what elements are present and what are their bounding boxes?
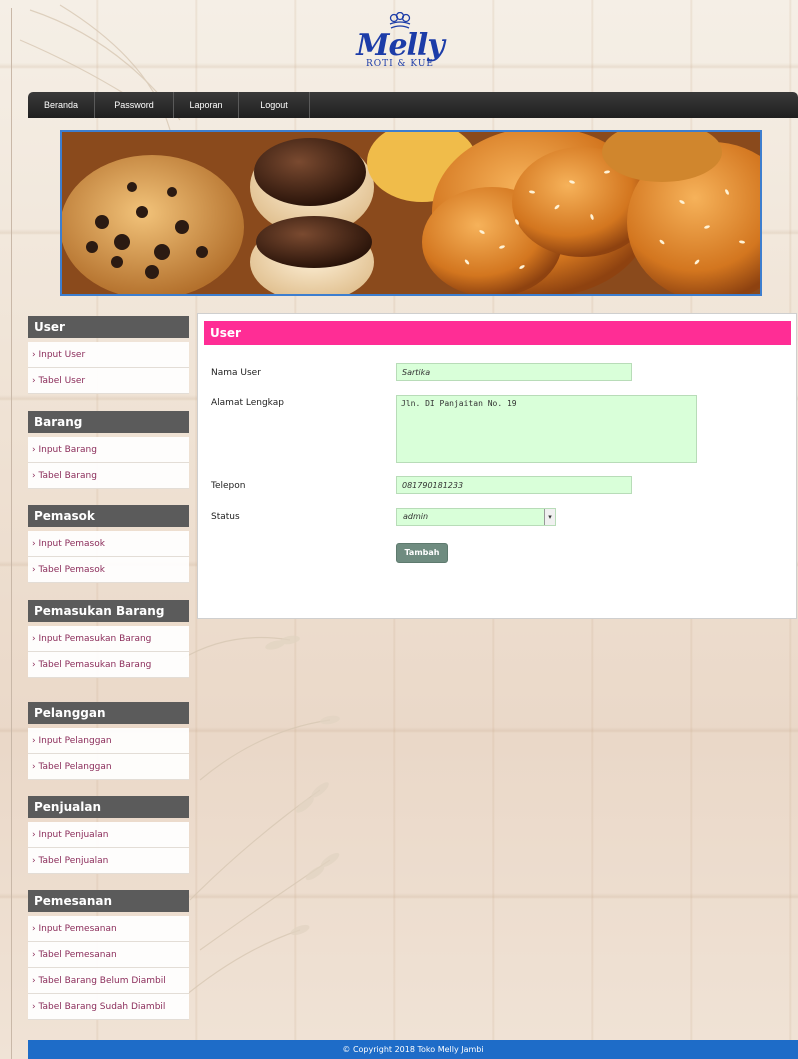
sidebar-head-penjualan: Penjualan xyxy=(28,796,189,818)
telepon-input[interactable] xyxy=(396,476,632,494)
sidebar-item-tabel-user[interactable]: › Tabel User xyxy=(28,368,189,394)
sidebar-head-pelanggan: Pelanggan xyxy=(28,702,189,724)
banner-image xyxy=(60,130,762,296)
sidebar-item-input-penjualan[interactable]: › Input Penjualan xyxy=(28,822,189,848)
alamat-label: Alamat Lengkap xyxy=(211,398,284,408)
chevron-down-icon[interactable]: ▾ xyxy=(544,509,555,525)
sidebar-head-barang: Barang xyxy=(28,411,189,433)
sidebar-item-tabel-barang[interactable]: › Tabel Barang xyxy=(28,463,189,489)
sidebar-head-user: User xyxy=(28,316,189,338)
sidebar-item-tabel-pemasukan-barang[interactable]: › Tabel Pemasukan Barang xyxy=(28,652,189,678)
sidebar-item-input-user[interactable]: › Input User xyxy=(28,342,189,368)
status-label: Status xyxy=(211,512,240,522)
sidebar-item-tabel-pemasok[interactable]: › Tabel Pemasok xyxy=(28,557,189,583)
site-logo[interactable]: Melly ROTI & KUE xyxy=(350,12,450,80)
nav-laporan[interactable]: Laporan xyxy=(174,92,239,118)
sidebar-item-input-pemesanan[interactable]: › Input Pemesanan xyxy=(28,916,189,942)
sidebar-item-input-pelanggan[interactable]: › Input Pelanggan xyxy=(28,728,189,754)
logo-tagline: ROTI & KUE xyxy=(365,59,434,69)
alamat-textarea[interactable]: Jln. DI Panjaitan No. 19 xyxy=(396,395,697,463)
nav-beranda[interactable]: Beranda xyxy=(28,92,95,118)
nama-user-input[interactable] xyxy=(396,363,632,381)
bakery-illustration xyxy=(62,132,760,294)
nama-user-label: Nama User xyxy=(211,368,261,378)
sidebar-item-tabel-barang-belum-diambil[interactable]: › Tabel Barang Belum Diambil xyxy=(28,968,189,994)
sidebar-head-pemasukan-barang: Pemasukan Barang xyxy=(28,600,189,622)
tambah-button[interactable]: Tambah xyxy=(396,543,448,563)
sidebar-item-input-pemasukan-barang[interactable]: › Input Pemasukan Barang xyxy=(28,626,189,652)
sidebar-item-tabel-pemesanan[interactable]: › Tabel Pemesanan xyxy=(28,942,189,968)
sidebar-item-input-barang[interactable]: › Input Barang xyxy=(28,437,189,463)
panel-title: User xyxy=(204,321,791,345)
sidebar-item-input-pemasok[interactable]: › Input Pemasok xyxy=(28,531,189,557)
status-select[interactable]: admin ▾ xyxy=(396,508,556,526)
main-panel: User Nama User Alamat Lengkap Jln. DI Pa… xyxy=(197,313,797,619)
nav-logout[interactable]: Logout xyxy=(239,92,310,118)
sidebar-item-tabel-pelanggan[interactable]: › Tabel Pelanggan xyxy=(28,754,189,780)
main-nav: Beranda Password Laporan Logout xyxy=(28,92,798,118)
telepon-label: Telepon xyxy=(211,481,246,491)
sidebar-item-tabel-barang-sudah-diambil[interactable]: › Tabel Barang Sudah Diambil xyxy=(28,994,189,1020)
sidebar-head-pemesanan: Pemesanan xyxy=(28,890,189,912)
footer-copyright: © Copyright 2018 Toko Melly Jambi xyxy=(28,1040,798,1059)
status-select-value: admin xyxy=(403,512,429,521)
sidebar-head-pemasok: Pemasok xyxy=(28,505,189,527)
sidebar-item-tabel-penjualan[interactable]: › Tabel Penjualan xyxy=(28,848,189,874)
nav-password[interactable]: Password xyxy=(95,92,174,118)
logo-brand: Melly xyxy=(356,28,445,63)
